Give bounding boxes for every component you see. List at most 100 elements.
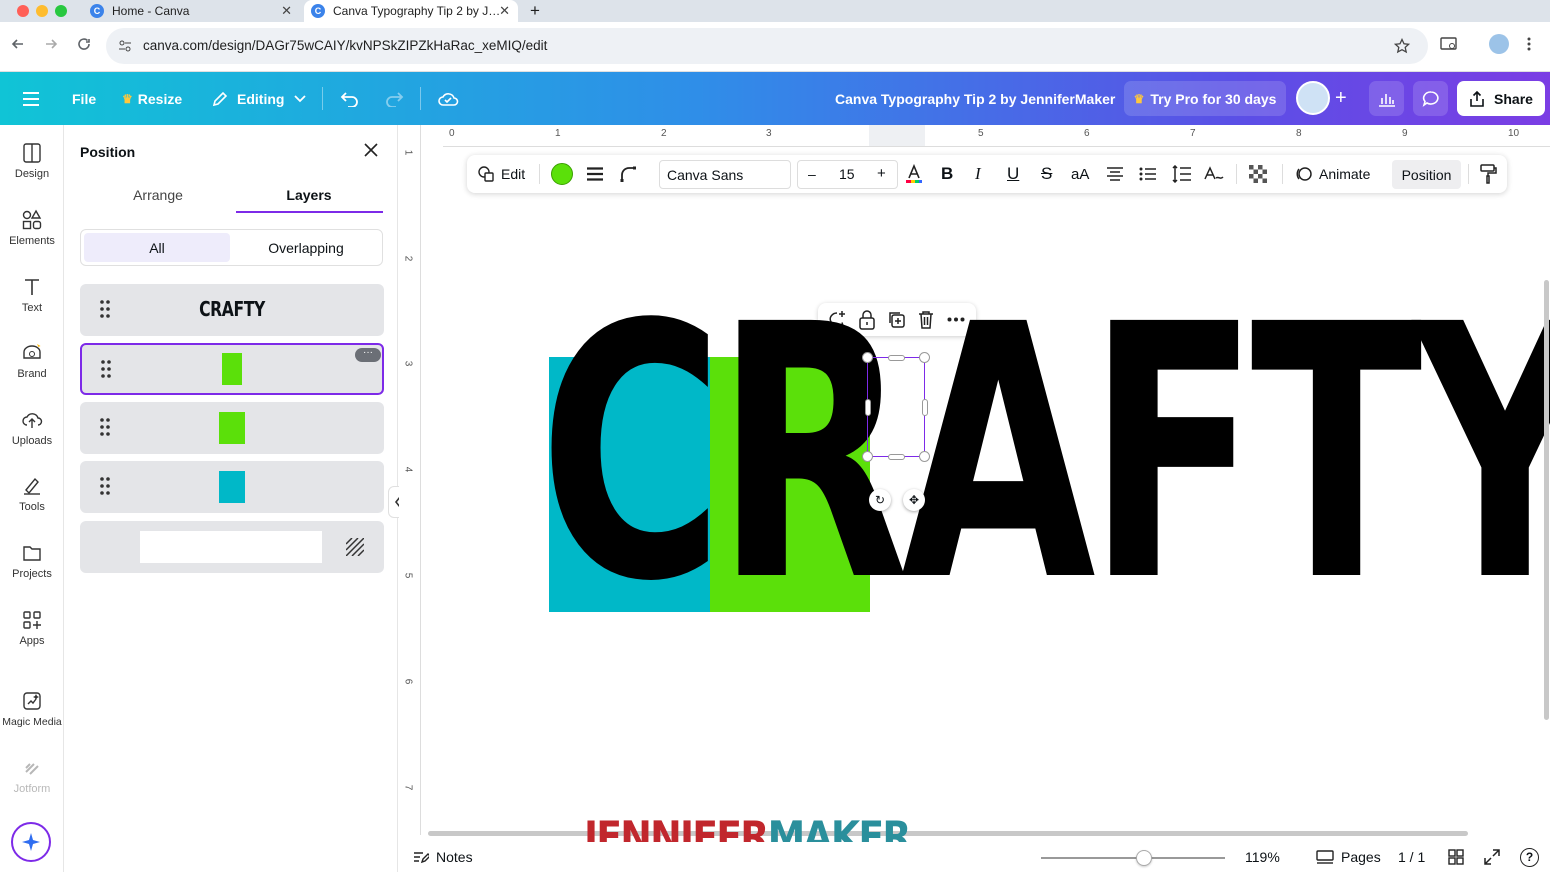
selection-box[interactable] (862, 352, 930, 462)
increase-size-button[interactable]: + (877, 165, 886, 182)
filter-overlapping-button[interactable]: Overlapping (233, 233, 379, 262)
undo-icon[interactable] (340, 72, 360, 125)
help-button[interactable]: ? (1520, 842, 1539, 872)
insights-button[interactable] (1369, 81, 1404, 116)
redo-icon[interactable] (384, 72, 404, 125)
pages-button[interactable]: Pages (1316, 842, 1381, 872)
transparency-icon[interactable] (1249, 155, 1267, 193)
file-menu[interactable]: File (72, 72, 96, 125)
move-handle-icon[interactable]: ✥ (903, 489, 925, 511)
rail-item-apps[interactable]: Apps (0, 609, 64, 647)
resize-handle[interactable] (862, 451, 873, 462)
bold-icon[interactable]: B (941, 155, 953, 193)
design-page[interactable]: CRAFTY (539, 279, 1550, 629)
font-size-input[interactable]: 15 (839, 166, 855, 182)
zoom-level[interactable]: 119% (1245, 842, 1280, 872)
drag-handle-icon[interactable] (100, 299, 110, 319)
rail-item-text[interactable]: Text (0, 276, 64, 314)
cloud-saved-icon[interactable] (437, 72, 459, 125)
text-color-icon[interactable] (904, 155, 924, 193)
layer-item-background[interactable] (80, 521, 384, 573)
close-tab-icon[interactable]: ✕ (281, 3, 292, 19)
hamburger-menu-icon[interactable] (22, 72, 40, 125)
editing-mode-button[interactable]: Editing (211, 72, 307, 125)
cast-icon[interactable] (1440, 36, 1458, 52)
magic-assistant-button[interactable] (11, 822, 51, 862)
bullet-list-icon[interactable] (1139, 155, 1157, 193)
position-button[interactable]: Position (1392, 160, 1461, 189)
minimize-window-button[interactable] (36, 5, 48, 17)
border-style-icon[interactable] (586, 155, 604, 193)
reload-icon[interactable] (76, 36, 92, 52)
share-button[interactable]: Share (1457, 81, 1545, 116)
vertical-scrollbar[interactable] (1544, 280, 1549, 720)
close-window-button[interactable] (17, 5, 29, 17)
profile-avatar[interactable] (1489, 34, 1509, 54)
more-options-icon[interactable]: ··· (355, 348, 381, 362)
font-family-dropdown[interactable]: Canva Sans (659, 160, 791, 189)
browser-menu-icon[interactable] (1526, 36, 1532, 52)
rail-item-jotform[interactable]: Jotform (0, 757, 64, 795)
underline-icon[interactable]: U (1007, 155, 1019, 193)
text-effects-icon[interactable] (1204, 155, 1224, 193)
tab-arrange[interactable]: Arrange (85, 187, 231, 203)
rail-item-elements[interactable]: Elements (0, 209, 64, 247)
forward-arrow-icon[interactable] (43, 36, 59, 52)
back-arrow-icon[interactable] (10, 36, 26, 52)
drag-handle-icon[interactable] (100, 417, 110, 437)
notes-button[interactable]: Notes (413, 842, 473, 872)
italic-icon[interactable]: I (975, 155, 981, 193)
rail-item-tools[interactable]: Tools (0, 475, 64, 513)
new-tab-button[interactable]: + (530, 0, 540, 22)
bookmark-star-icon[interactable] (1394, 38, 1410, 54)
layer-item-text[interactable]: CRAFTY (80, 284, 384, 336)
rail-item-projects[interactable]: Projects (0, 542, 64, 580)
url-field[interactable]: canva.com/design/DAGr75wCAIY/kvNPSkZIPZk… (106, 28, 1428, 64)
resize-button[interactable]: ♛ Resize (122, 72, 182, 125)
copy-style-paint-roller-icon[interactable] (1479, 155, 1497, 193)
browser-tab-home[interactable]: C Home - Canva ✕ (90, 0, 300, 22)
resize-handle[interactable] (922, 399, 928, 416)
close-tab-icon[interactable]: ✕ (499, 3, 510, 19)
resize-handle[interactable] (862, 352, 873, 363)
corner-rounding-icon[interactable] (619, 155, 637, 193)
rail-item-brand[interactable]: Brand (0, 342, 64, 380)
resize-handle[interactable] (888, 454, 905, 460)
fullscreen-icon[interactable] (1484, 842, 1500, 872)
add-collaborator-icon[interactable]: + (1335, 72, 1347, 125)
layer-item-shape-selected[interactable]: ··· (80, 343, 384, 395)
layer-item-shape[interactable] (80, 461, 384, 513)
zoom-slider-thumb[interactable] (1136, 850, 1153, 866)
layer-item-shape[interactable] (80, 402, 384, 454)
fill-color-swatch[interactable] (551, 163, 573, 185)
decrease-size-button[interactable]: – (808, 166, 816, 182)
drag-handle-icon[interactable] (101, 359, 111, 379)
resize-handle[interactable] (888, 355, 905, 361)
resize-handle[interactable] (919, 451, 930, 462)
grid-view-icon[interactable] (1448, 842, 1464, 872)
spacing-icon[interactable] (1172, 155, 1192, 193)
rail-item-design[interactable]: Design (0, 142, 64, 180)
align-center-icon[interactable] (1106, 155, 1124, 193)
close-icon[interactable] (363, 142, 379, 158)
zoom-slider[interactable] (1041, 857, 1225, 859)
tab-layers[interactable]: Layers (236, 187, 382, 203)
try-pro-button[interactable]: ♛ Try Pro for 30 days (1124, 81, 1286, 116)
animate-button[interactable]: Animate (1295, 155, 1370, 193)
resize-handle[interactable] (865, 399, 871, 416)
filter-all-button[interactable]: All (84, 233, 230, 262)
comments-button[interactable] (1413, 81, 1448, 116)
rail-item-uploads[interactable]: Uploads (0, 409, 64, 447)
resize-handle[interactable] (919, 352, 930, 363)
maximize-window-button[interactable] (55, 5, 67, 17)
document-title[interactable]: Canva Typography Tip 2 by JenniferMaker (835, 72, 1115, 125)
site-settings-icon[interactable] (118, 39, 132, 53)
strikethrough-icon[interactable]: S (1041, 155, 1052, 193)
user-avatar[interactable] (1296, 81, 1330, 115)
letter-case-icon[interactable]: aA (1071, 155, 1089, 193)
rotate-handle-icon[interactable]: ↻ (869, 489, 891, 511)
edit-button[interactable]: Edit (477, 155, 525, 193)
rail-item-magic-media[interactable]: Magic Media (0, 690, 64, 728)
drag-handle-icon[interactable] (100, 476, 110, 496)
browser-tab-design[interactable]: C Canva Typography Tip 2 by J… ✕ (304, 0, 518, 22)
